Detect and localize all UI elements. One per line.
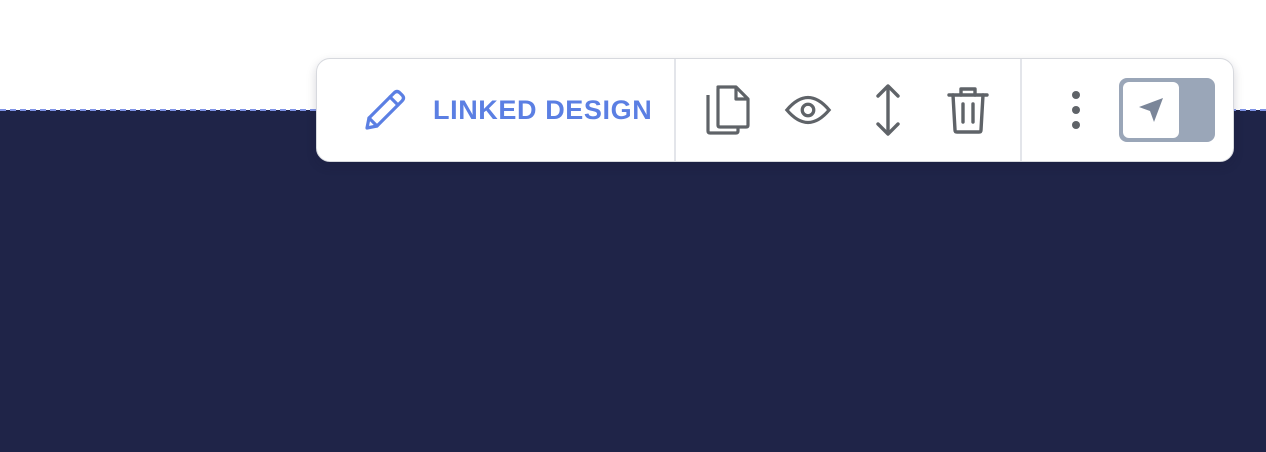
linked-design-label: LINKED DESIGN — [433, 94, 653, 125]
vertical-resize-icon — [876, 84, 900, 136]
more-group — [1022, 59, 1233, 161]
copy-icon — [706, 85, 750, 135]
delete-button[interactable] — [944, 82, 992, 138]
trash-icon — [947, 87, 989, 134]
pencil-icon — [361, 86, 409, 134]
toggle-knob — [1123, 82, 1179, 138]
section-actions — [676, 59, 1022, 161]
eye-icon — [784, 95, 832, 125]
edit-linked-design-button[interactable]: LINKED DESIGN — [317, 59, 676, 161]
copy-button[interactable] — [704, 82, 752, 138]
publish-toggle[interactable] — [1119, 78, 1215, 142]
preview-button[interactable] — [784, 82, 832, 138]
section-toolbar: LINKED DESIGN — [316, 58, 1234, 162]
resize-button[interactable] — [864, 82, 912, 138]
send-arrow-icon — [1139, 98, 1163, 122]
kebab-menu-icon — [1072, 91, 1080, 129]
more-options-button[interactable] — [1062, 82, 1090, 138]
page-canvas: LINKED DESIGN — [0, 0, 1266, 452]
